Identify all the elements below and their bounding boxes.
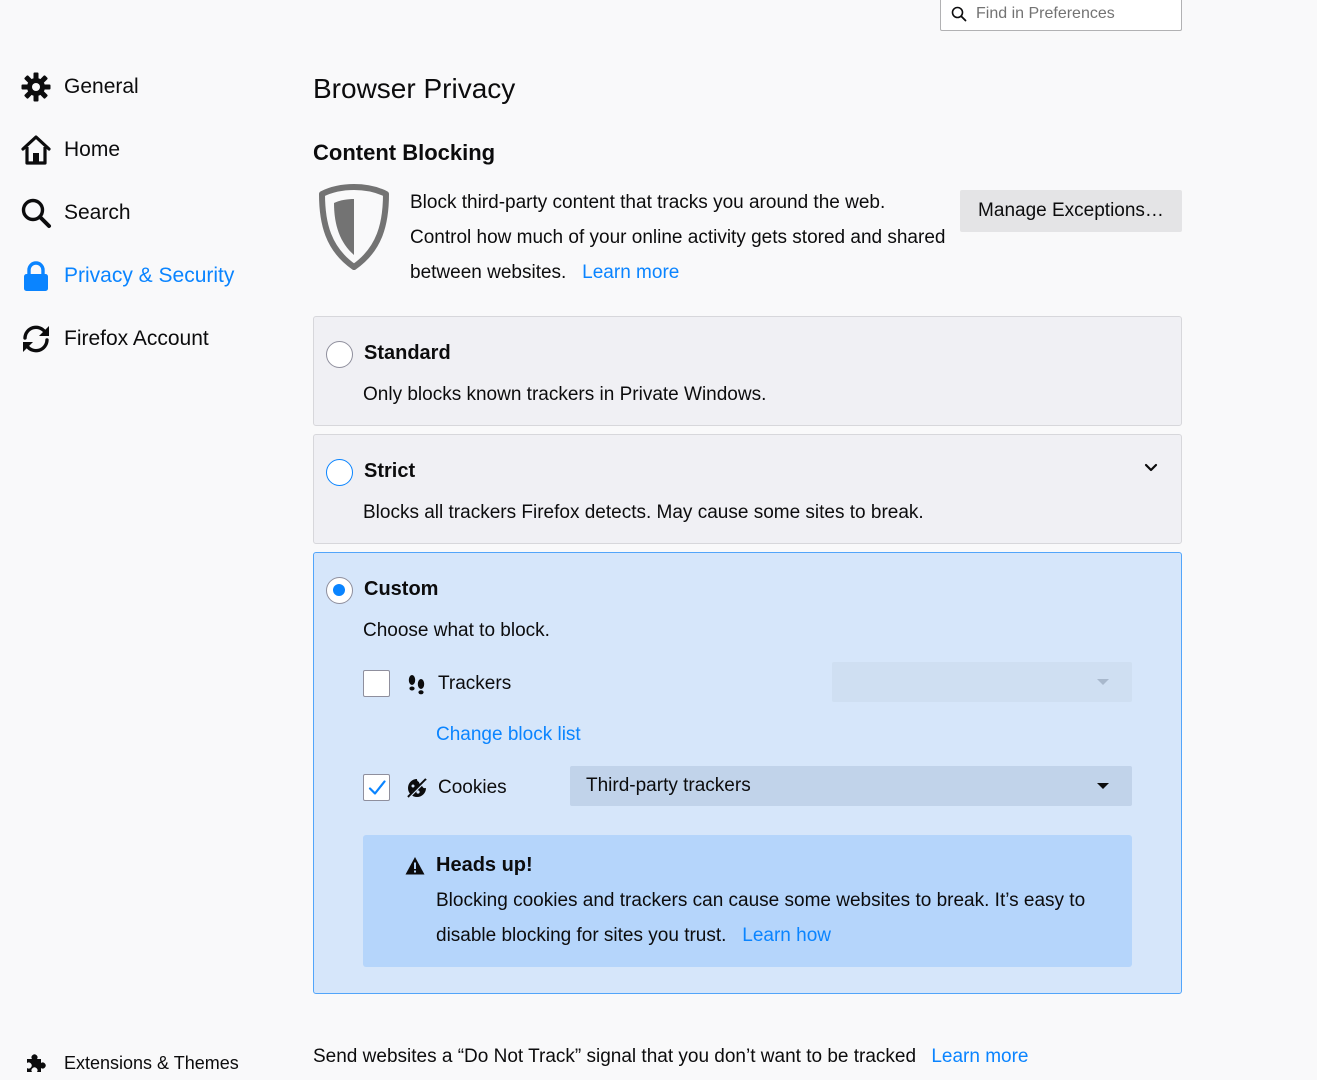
change-block-list-link[interactable]: Change block list bbox=[436, 724, 581, 746]
search-box[interactable] bbox=[940, 0, 1182, 31]
section-title-content-blocking: Content Blocking bbox=[313, 140, 496, 165]
option-standard[interactable]: Standard Only blocks known trackers in P… bbox=[313, 316, 1182, 426]
option-description: Choose what to block. bbox=[363, 620, 550, 641]
sidebar-item-firefox-account[interactable]: Firefox Account bbox=[20, 319, 209, 359]
dnt-learn-more-link[interactable]: Learn more bbox=[931, 1046, 1028, 1067]
sidebar-item-label: General bbox=[64, 75, 139, 98]
home-icon bbox=[20, 134, 52, 166]
cookies-select-value: Third-party trackers bbox=[586, 775, 751, 796]
sidebar-item-label: Extensions & Themes bbox=[64, 1052, 239, 1073]
search-icon bbox=[20, 197, 52, 229]
checkmark-icon bbox=[368, 779, 386, 795]
option-description: Blocks all trackers Firefox detects. May… bbox=[363, 502, 924, 523]
sync-icon bbox=[20, 323, 52, 355]
option-description: Only blocks known trackers in Private Wi… bbox=[363, 384, 767, 405]
option-custom[interactable]: Custom Choose what to block. Trackers Ch… bbox=[313, 552, 1182, 994]
warning-text: Blocking cookies and trackers can cause … bbox=[436, 890, 1086, 946]
caret-down-icon bbox=[1097, 783, 1109, 789]
content-blocking-description: Block third-party content that tracks yo… bbox=[410, 192, 946, 283]
trackers-row: Trackers bbox=[363, 670, 511, 697]
sidebar-item-label: Search bbox=[64, 201, 131, 224]
search-input[interactable] bbox=[976, 2, 1176, 26]
radio-standard[interactable] bbox=[326, 341, 353, 368]
page-title: Browser Privacy bbox=[313, 73, 516, 104]
warning-box: Heads up! Blocking cookies and trackers … bbox=[363, 835, 1132, 967]
sidebar-item-privacy-security[interactable]: Privacy & Security bbox=[20, 256, 234, 296]
cookies-select[interactable]: Third-party trackers bbox=[570, 766, 1132, 806]
sidebar-item-label: Home bbox=[64, 138, 121, 161]
sidebar: General Home Search Privacy & Security F… bbox=[0, 0, 290, 1080]
sidebar-item-search[interactable]: Search bbox=[20, 193, 131, 233]
sidebar-item-label: Firefox Account bbox=[64, 327, 209, 350]
option-title: Standard bbox=[364, 342, 451, 364]
option-title: Custom bbox=[364, 578, 439, 600]
learn-more-link[interactable]: Learn more bbox=[582, 262, 679, 283]
trackers-label: Trackers bbox=[438, 672, 512, 694]
learn-how-link[interactable]: Learn how bbox=[742, 925, 831, 946]
lock-icon bbox=[20, 260, 52, 292]
chevron-down-icon[interactable] bbox=[1143, 460, 1159, 476]
cookie-icon bbox=[406, 777, 428, 799]
sidebar-item-general[interactable]: General bbox=[20, 67, 139, 107]
puzzle-icon bbox=[20, 1047, 52, 1079]
do-not-track-text: Send websites a “Do Not Track” signal th… bbox=[313, 1046, 917, 1067]
cookies-label: Cookies bbox=[438, 776, 507, 798]
trackers-select bbox=[832, 662, 1132, 702]
sidebar-item-home[interactable]: Home bbox=[20, 130, 120, 170]
cookies-row: Cookies bbox=[363, 774, 507, 801]
manage-exceptions-button[interactable]: Manage Exceptions… bbox=[960, 190, 1182, 232]
caret-down-icon bbox=[1097, 679, 1109, 685]
warning-title: Heads up! bbox=[436, 854, 533, 876]
shield-icon bbox=[319, 184, 389, 270]
cookies-checkbox[interactable] bbox=[363, 774, 390, 801]
option-strict[interactable]: Strict Blocks all trackers Firefox detec… bbox=[313, 434, 1182, 544]
sidebar-item-label: Privacy & Security bbox=[64, 264, 235, 287]
search-icon bbox=[951, 6, 967, 22]
option-title: Strict bbox=[364, 460, 416, 482]
footprints-icon bbox=[406, 673, 428, 695]
sidebar-item-extensions-themes[interactable]: Extensions & Themes bbox=[20, 1046, 239, 1080]
do-not-track-row: Send websites a “Do Not Track” signal th… bbox=[313, 1046, 1029, 1068]
gear-icon bbox=[20, 71, 52, 103]
radio-strict[interactable] bbox=[326, 459, 353, 486]
warning-icon bbox=[405, 857, 425, 875]
radio-custom[interactable] bbox=[326, 577, 353, 604]
trackers-checkbox[interactable] bbox=[363, 670, 390, 697]
